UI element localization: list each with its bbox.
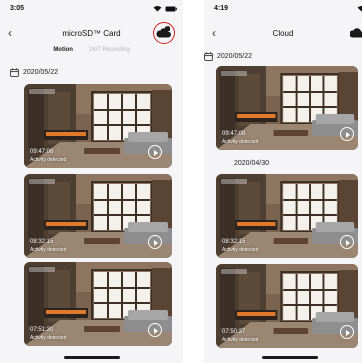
cloud-upload-icon[interactable] — [349, 26, 362, 45]
page-title: Cloud — [272, 29, 294, 38]
clip-card[interactable]: 08:32:15 Activity detected — [24, 174, 172, 258]
date-header: 2020/05/22 — [204, 52, 252, 61]
clip-card[interactable]: 07:51:30 Activity detected — [24, 262, 172, 346]
clip-time: 08:32:15 — [30, 239, 54, 245]
wifi-icon — [153, 5, 162, 12]
clip-status: Activity detected — [30, 335, 67, 341]
date-label: 2020/05/22 — [23, 69, 59, 76]
clip-time: 08:32:15 — [222, 239, 246, 245]
clip-time: 09:47:08 — [222, 131, 246, 137]
camera-tag — [221, 71, 247, 76]
play-icon[interactable] — [340, 235, 354, 249]
battery-icon — [165, 6, 177, 12]
clip-card[interactable]: 07:50:37 Activity detected — [216, 264, 358, 348]
clip-card[interactable]: 09:47:08 Activity detected — [24, 84, 172, 168]
play-icon[interactable] — [148, 235, 162, 249]
recording-tabs: Motion 24/7 Recording — [0, 47, 183, 59]
date-label: 2020/04/30 — [234, 160, 270, 167]
status-bar: 4:19 — [204, 0, 362, 20]
date-header: 2020/05/22 — [10, 68, 58, 77]
tab-24-7-recording[interactable]: 24/7 Recording — [89, 47, 130, 59]
status-icons — [153, 5, 177, 12]
calendar-icon[interactable] — [204, 52, 213, 61]
clip-card[interactable]: 09:47:08 Activity detected — [216, 66, 358, 150]
wifi-icon — [357, 5, 362, 12]
date-label: 2020/05/22 — [217, 53, 253, 60]
status-icons — [357, 5, 362, 12]
clip-status: Activity detected — [30, 157, 67, 163]
navigation-bar: ‹ Cloud — [204, 24, 362, 44]
clip-status: Activity detected — [30, 247, 67, 253]
clip-thumbnail — [216, 66, 358, 150]
camera-tag — [29, 179, 55, 184]
home-indicator — [262, 356, 318, 359]
clip-status: Activity detected — [222, 337, 259, 343]
clip-time: 07:50:37 — [222, 329, 246, 335]
calendar-icon[interactable] — [10, 68, 19, 77]
status-bar: 3:05 — [0, 0, 183, 20]
play-icon[interactable] — [340, 325, 354, 339]
clip-card[interactable]: 08:32:15 Activity detected — [216, 174, 358, 258]
camera-tag — [29, 267, 55, 272]
cloud-screen: 4:19 ‹ Cloud 2020/05/22 09:47:08 Activit… — [204, 0, 362, 363]
play-icon[interactable] — [148, 323, 162, 337]
status-time: 3:05 — [10, 5, 25, 12]
clip-status: Activity detected — [222, 139, 259, 145]
play-icon[interactable] — [340, 127, 354, 141]
microsd-card-screen: 3:05 ‹ microSD™ Card Motion 24/7 Recordi… — [0, 0, 183, 363]
camera-tag — [221, 179, 247, 184]
clip-time: 07:51:30 — [30, 327, 54, 333]
highlight-ring — [153, 22, 175, 44]
home-indicator — [64, 356, 120, 359]
play-icon[interactable] — [148, 145, 162, 159]
camera-tag — [221, 269, 247, 274]
clip-thumbnail — [216, 264, 358, 348]
clip-status: Activity detected — [222, 247, 259, 253]
status-time: 4:19 — [214, 5, 229, 12]
clip-time: 09:47:08 — [30, 149, 54, 155]
date-header: 2020/04/30 — [234, 160, 269, 167]
tab-motion[interactable]: Motion — [53, 47, 73, 59]
camera-tag — [29, 89, 55, 94]
clip-thumbnail — [216, 174, 358, 258]
